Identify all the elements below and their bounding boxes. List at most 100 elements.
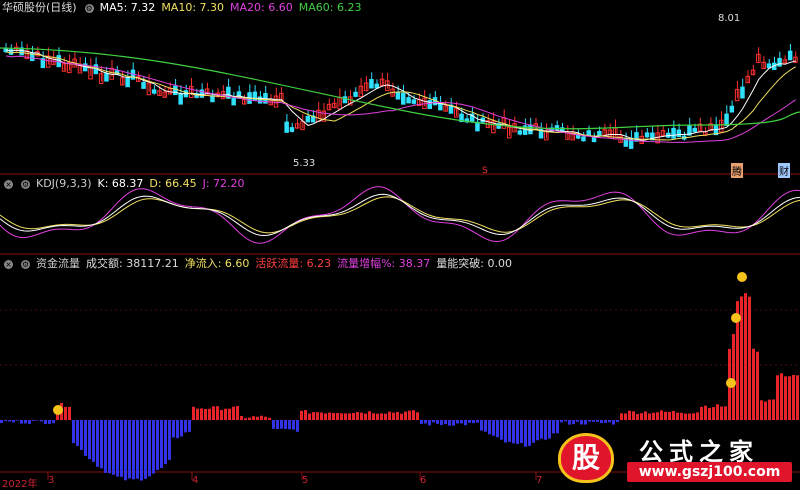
flow-bar [752, 348, 755, 420]
candle-body [104, 73, 109, 82]
flow-bar [348, 413, 351, 420]
flow-bar [452, 420, 455, 426]
flow-bar [360, 412, 363, 420]
flow-bar [216, 406, 219, 420]
ma10-label: MA10: 7.30 [161, 1, 225, 14]
flow-bar [676, 412, 679, 420]
flow-bar [500, 420, 503, 440]
flow-bar [368, 411, 371, 420]
flow-bar [28, 420, 31, 424]
flow-bar [756, 351, 759, 420]
price-header: 华硕股份(日线) ⚙ MA5: 7.32 MA10: 7.30 MA20: 6.60 MA… [2, 0, 367, 16]
close-icon[interactable]: × [4, 259, 13, 269]
ma5-label: MA5: 7.32 [99, 1, 156, 14]
flow-bar [176, 420, 179, 439]
smiley-icon [726, 378, 736, 388]
flow-bar [188, 420, 191, 432]
flow-bar [208, 408, 211, 420]
candle-body [305, 115, 311, 123]
flow-bar [364, 413, 367, 420]
flow-bar [144, 420, 147, 479]
high-price-label: 8.01 [718, 13, 741, 24]
flow-bar [228, 408, 231, 420]
flow-bar [488, 420, 491, 435]
flow-bar [292, 420, 295, 430]
flow-bar [584, 420, 587, 425]
flow-bar [184, 420, 187, 433]
flow-bar [304, 410, 307, 420]
settings-icon[interactable]: ⚙ [84, 3, 94, 13]
flow-bar [80, 420, 83, 450]
flow-bar [684, 413, 687, 420]
flow-bar [356, 412, 359, 420]
flow-bar [448, 420, 451, 426]
flow-bar [560, 420, 563, 423]
flow-bar [256, 416, 259, 420]
x-axis-label-6: 6 [420, 475, 427, 486]
flow-bar [680, 412, 683, 420]
flow-bar [456, 420, 459, 424]
flow-bar [632, 411, 635, 420]
flow-bar [412, 410, 415, 420]
flow-bar [652, 412, 655, 420]
flow-bar [72, 420, 75, 444]
flow-bar [280, 420, 283, 429]
flow-bar [64, 406, 67, 420]
flow-bar [260, 415, 263, 420]
flow-bar [512, 420, 515, 444]
flow-bar [240, 415, 243, 420]
flow-bar [128, 420, 131, 479]
kdj-header: × ⚙ KDJ(9,3,3) K: 68.37 D: 66.45 J: 72.20 [2, 176, 251, 192]
flow-bar [136, 420, 139, 479]
flow-bar [148, 420, 151, 477]
flow-bar [276, 420, 279, 429]
ma5-line [5, 49, 796, 141]
flow-bar [716, 404, 719, 420]
flow-bar [140, 420, 143, 481]
flow-bar [52, 420, 55, 424]
flow-bar [0, 420, 3, 424]
flow-bar [668, 411, 671, 420]
flow-bar [32, 420, 35, 422]
flow-bar [316, 412, 319, 420]
candle-body [692, 127, 697, 133]
watermark-logo: 股 公式之家 www.gszj100.com [555, 432, 800, 488]
flow-bar [88, 420, 91, 460]
kdj-k: K: 68.37 [97, 177, 144, 190]
flow-bar [600, 420, 603, 424]
flow-bar [352, 412, 355, 420]
flow-bar [248, 417, 251, 420]
candle-body [141, 82, 146, 89]
flow-bar [324, 413, 327, 420]
flow-bar [416, 412, 419, 420]
flow-bar [320, 412, 323, 420]
flow-bar [76, 420, 79, 446]
close-icon[interactable]: × [4, 179, 13, 189]
flow-bar [408, 410, 411, 420]
signal-marker-cai: 财 [778, 163, 790, 178]
flow-net-inflow: 净流入: 6.60 [184, 257, 250, 270]
candle-body [353, 91, 358, 97]
flow-bar [336, 413, 339, 420]
candle-body [284, 121, 289, 133]
flow-bar [196, 408, 199, 420]
settings-icon[interactable]: ⚙ [21, 179, 30, 189]
candle-body [517, 130, 523, 135]
flow-bar [532, 420, 535, 443]
candle-body [125, 77, 130, 88]
flow-bar [468, 420, 471, 423]
flow-bar [96, 420, 99, 467]
candle-body [676, 129, 682, 138]
flow-bar [628, 410, 631, 420]
flow-bar [688, 413, 691, 420]
kdj-j: J: 72.20 [202, 177, 245, 190]
flow-breakthrough: 量能突破: 0.00 [436, 257, 512, 270]
flow-bar [712, 407, 715, 420]
flow-bar [540, 420, 543, 439]
settings-icon[interactable]: ⚙ [21, 259, 30, 269]
flow-bar [580, 420, 583, 425]
flow-bar [16, 420, 19, 421]
flow-bar [564, 420, 567, 422]
flow-bar [232, 406, 235, 420]
flow-bar [100, 420, 103, 469]
